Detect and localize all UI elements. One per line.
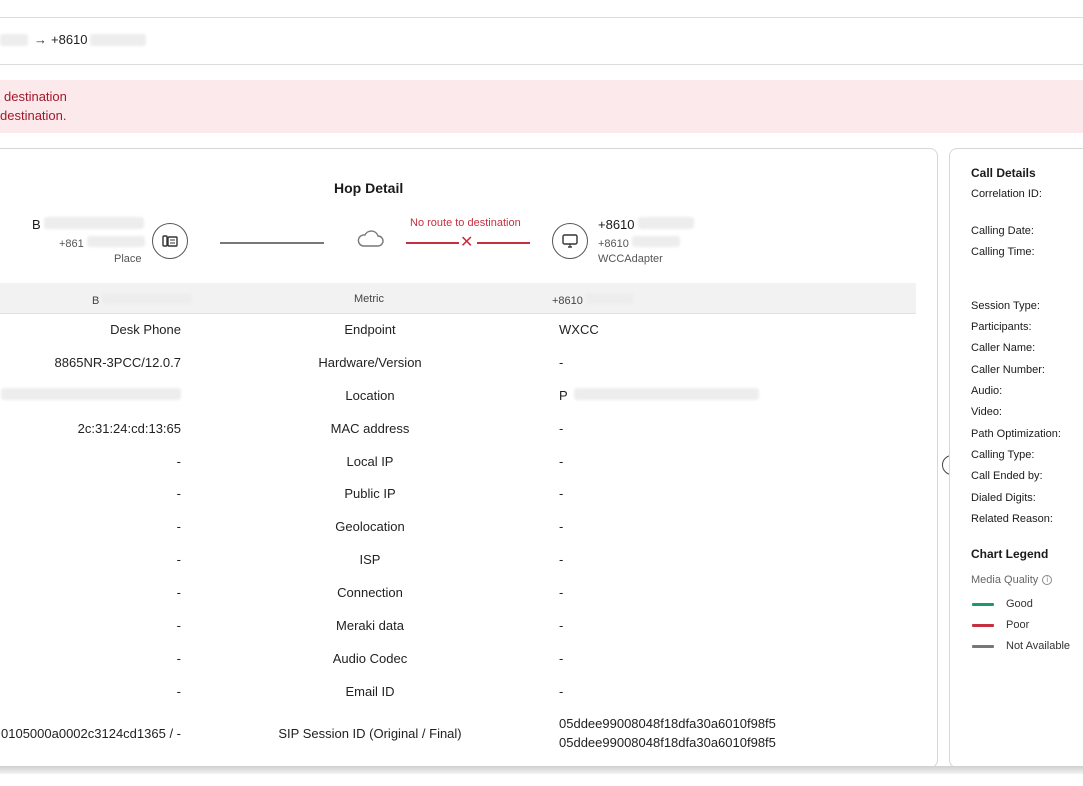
metric-name: Endpoint — [344, 322, 396, 337]
metric-name: SIP Session ID (Original / Final) — [278, 726, 462, 741]
metric-name: Public IP — [344, 486, 396, 501]
destination-value: P — [559, 388, 759, 403]
destination-value: - — [559, 552, 564, 567]
destination-value: - — [559, 684, 564, 699]
session-type-label: Session Type: — [971, 300, 1040, 312]
destination-value: - — [559, 519, 564, 534]
caller-number-label: Caller Number: — [971, 364, 1045, 376]
destination-value: - — [559, 651, 564, 666]
hop-detail-title: Hop Detail — [334, 180, 404, 196]
metrics-table-header: B Metric +8610 — [0, 283, 916, 314]
destination-number: +8610 — [51, 32, 88, 47]
header-destination: +8610 — [552, 293, 634, 307]
source-value: - — [176, 486, 181, 501]
source-number-redacted — [0, 33, 28, 46]
destination-name: +8610 — [598, 217, 694, 232]
info-icon[interactable]: i — [1042, 575, 1053, 585]
hop-connector-left — [220, 242, 324, 244]
participants-label: Participants: — [971, 321, 1032, 333]
destination-value: WXCC — [559, 322, 599, 337]
header-source: B — [92, 293, 193, 307]
source-value: - — [176, 552, 181, 567]
monitor-icon — [552, 223, 588, 259]
failure-x-icon: ✕ — [460, 234, 474, 251]
source-value: - — [176, 454, 181, 469]
metric-name: Meraki data — [336, 618, 404, 633]
metric-name: Location — [345, 388, 395, 403]
bottom-edge-shadow — [0, 766, 1083, 774]
chart-legend-title: Chart Legend — [971, 547, 1049, 561]
legend-label-poor: Poor — [1006, 619, 1030, 631]
source-number: +861 — [59, 236, 145, 250]
caller-name-label: Caller Name: — [971, 342, 1036, 354]
call-route-bar: → +8610 — [0, 18, 1083, 65]
legend-swatch-poor — [972, 624, 994, 627]
no-route-label: No route to destination — [410, 217, 521, 229]
failed-connector-left — [406, 242, 459, 244]
metric-name: Connection — [337, 585, 403, 600]
source-value: 2c:31:24:cd:13:65 — [77, 421, 181, 436]
video-label: Video: — [971, 406, 1002, 418]
metric-name: Local IP — [346, 454, 394, 469]
legend-label-good: Good — [1006, 598, 1033, 610]
media-quality-label: Media Quality i — [971, 574, 1053, 586]
destination-value: - — [559, 618, 564, 633]
alert-line-1: destination — [4, 89, 67, 104]
destination-value: - — [559, 355, 564, 370]
destination-number-sub: +8610 — [598, 236, 680, 250]
metric-name: Audio Codec — [332, 651, 408, 666]
header-metric: Metric — [354, 293, 384, 305]
source-value: - — [176, 585, 181, 600]
metric-name: Geolocation — [335, 519, 405, 534]
error-alert: destination destination. — [0, 80, 1083, 133]
metric-name: Hardware/Version — [318, 355, 422, 370]
destination-number-redacted — [89, 33, 146, 46]
correlation-id-label: Correlation ID: — [971, 188, 1042, 200]
call-details-title: Call Details — [971, 166, 1036, 180]
desk-phone-icon — [152, 223, 188, 259]
legend-swatch-good — [972, 603, 994, 606]
source-value: - — [176, 651, 181, 666]
calling-time-label: Calling Time: — [971, 246, 1035, 258]
metric-name: MAC address — [330, 421, 410, 436]
source-value: Desk Phone — [110, 322, 181, 337]
source-name: B — [32, 217, 144, 232]
legend-label-na: Not Available — [1006, 640, 1071, 652]
source-value: 8865NR-3PCC/12.0.7 — [54, 355, 181, 370]
call-route: → +8610 — [0, 32, 146, 47]
related-reason-label: Related Reason: — [971, 513, 1053, 525]
call-ended-by-label: Call Ended by: — [971, 470, 1043, 482]
source-value: - — [176, 618, 181, 633]
alert-line-2: destination. — [0, 108, 67, 123]
metric-name: Email ID — [345, 684, 395, 699]
destination-value: - — [559, 421, 564, 436]
audio-label: Audio: — [971, 385, 1003, 397]
metric-name: ISP — [359, 552, 381, 567]
source-value: - — [176, 684, 181, 699]
calling-type-label: Calling Type: — [971, 449, 1035, 461]
destination-value: - — [559, 486, 564, 501]
destination-value: - — [559, 454, 564, 469]
destination-value: 05ddee99008048f18dfa30a6010f98f5 — [559, 716, 776, 731]
source-value: - — [176, 519, 181, 534]
legend-swatch-na — [972, 645, 994, 648]
failed-connector-right — [477, 242, 530, 244]
cloud-icon — [355, 228, 385, 255]
dialed-digits-label: Dialed Digits: — [971, 492, 1036, 504]
route-arrow: → — [34, 32, 47, 47]
path-optimization-label: Path Optimization: — [971, 428, 1061, 440]
destination-type: WCCAdapter — [598, 253, 663, 265]
table-row: 0105000a0002c3124cd1365 / - SIP Session … — [0, 716, 916, 756]
destination-value: - — [559, 585, 564, 600]
source-value: 0105000a0002c3124cd1365 / - — [1, 726, 181, 741]
calling-date-label: Calling Date: — [971, 225, 1034, 237]
source-type: Place — [114, 253, 142, 265]
destination-value-final: 05ddee99008048f18dfa30a6010f98f5 — [559, 735, 776, 750]
source-value-redacted — [1, 388, 181, 403]
